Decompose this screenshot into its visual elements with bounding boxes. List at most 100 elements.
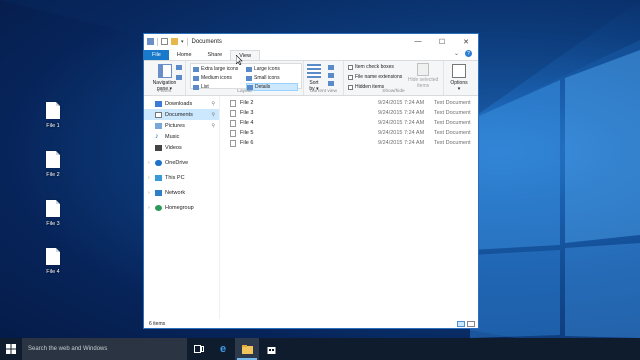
nav-item-downloads[interactable]: Downloads ⚲	[144, 98, 219, 109]
nav-item-homegroup[interactable]: › Homegroup	[144, 202, 219, 213]
mouse-cursor	[236, 55, 243, 65]
group-by-icon[interactable]	[328, 65, 334, 70]
file-explorer-taskbar-button[interactable]	[235, 338, 259, 360]
task-view-button[interactable]	[187, 338, 211, 360]
item-check-boxes-checkbox[interactable]: Item check boxes	[348, 63, 402, 71]
nav-item-onedrive[interactable]: › OneDrive	[144, 157, 219, 168]
panes-group: Navigation pane ▾ Panes	[144, 61, 186, 95]
toolbar-divider	[186, 37, 188, 46]
desktop-icon-label: File 4	[46, 269, 60, 275]
tab-share[interactable]: Share	[200, 50, 231, 60]
pin-icon: ⚲	[211, 100, 215, 107]
current-view-group: Sort by ▾ Current view	[304, 61, 344, 95]
file-name-extensions-checkbox[interactable]: File name extensions	[348, 73, 402, 81]
new-folder-icon[interactable]	[171, 38, 178, 45]
nav-item-network[interactable]: › Network	[144, 187, 219, 198]
start-button[interactable]	[0, 338, 22, 360]
text-document-icon	[230, 139, 236, 147]
layout-extra-large-icons[interactable]: Extra large icons	[193, 65, 238, 73]
layout-small-icons[interactable]: Small icons	[246, 74, 298, 82]
sort-by-button[interactable]: Sort by ▾	[304, 61, 324, 92]
nav-label: Homegroup	[165, 204, 194, 211]
file-row[interactable]: File 5 9/24/2015 7:24 AM Text Document	[220, 128, 478, 138]
document-icon	[46, 151, 60, 168]
toolbar-divider	[157, 37, 158, 46]
layout-large-icons[interactable]: Large icons	[246, 65, 298, 73]
ribbon-tabs: File Home Share View ⌄ ?	[144, 49, 478, 60]
nav-label: Documents	[165, 111, 193, 118]
pin-icon: ⚲	[211, 122, 215, 129]
downloads-icon	[155, 100, 162, 107]
size-columns-icon[interactable]	[328, 81, 334, 86]
tab-file[interactable]: File	[144, 50, 169, 60]
details-pane-icon[interactable]	[176, 75, 182, 80]
minimize-button[interactable]: —	[406, 34, 430, 49]
hide-selected-items-button[interactable]: Hide selected items	[408, 63, 438, 89]
store-button[interactable]	[259, 338, 283, 360]
navigation-pane: Downloads ⚲ Documents ⚲ Pictures ⚲ ♪ Music …	[144, 96, 220, 319]
file-name: File 4	[240, 120, 254, 126]
taskbar-search-box[interactable]: Search the web and Windows	[22, 338, 187, 360]
nav-label: Videos	[165, 144, 182, 151]
large-icons-view-icon[interactable]	[467, 320, 475, 327]
nav-label: OneDrive	[165, 159, 189, 166]
expand-icon[interactable]: ›	[148, 205, 153, 211]
file-row[interactable]: File 4 9/24/2015 7:24 AM Text Document	[220, 118, 478, 128]
collapse-ribbon-icon[interactable]: ⌄	[454, 50, 459, 57]
edge-icon: e	[219, 343, 227, 355]
desktop-file-1[interactable]: File 1	[36, 102, 70, 129]
group-label-panes: Panes	[157, 89, 172, 94]
preview-pane-icon[interactable]	[176, 65, 182, 70]
music-icon: ♪	[155, 132, 159, 140]
store-icon	[267, 346, 275, 354]
close-button[interactable]: ✕	[454, 34, 478, 49]
maximize-button[interactable]: ☐	[430, 34, 454, 49]
options-icon	[452, 64, 466, 78]
nav-item-music[interactable]: ♪ Music	[144, 131, 219, 142]
tab-view[interactable]: View	[230, 50, 261, 60]
file-type: Text Document	[434, 130, 471, 136]
show-hide-group: Item check boxes File name extensions Hi…	[344, 61, 444, 95]
details-view-icon[interactable]	[457, 320, 465, 327]
help-icon[interactable]: ?	[465, 50, 472, 57]
layout-gallery: Extra large icons Medium icons List Larg…	[190, 63, 302, 91]
tab-home[interactable]: Home	[169, 50, 200, 60]
desktop-icon-label: File 3	[46, 221, 60, 227]
expand-icon[interactable]: ›	[148, 160, 153, 166]
nav-item-pictures[interactable]: Pictures ⚲	[144, 120, 219, 131]
nav-item-this-pc[interactable]: › This PC	[144, 172, 219, 183]
ribbon-view: Navigation pane ▾ Panes Extra large icon…	[144, 60, 478, 96]
options-arrow: ▾	[457, 86, 461, 92]
file-name: File 5	[240, 130, 254, 136]
desktop-file-2[interactable]: File 2	[36, 151, 70, 178]
file-row[interactable]: File 2 9/24/2015 7:24 AM Text Document	[220, 98, 478, 108]
file-row[interactable]: File 3 9/24/2015 7:24 AM Text Document	[220, 108, 478, 118]
new-document-icon[interactable]	[161, 38, 168, 45]
add-columns-icon[interactable]	[328, 73, 334, 78]
nav-item-videos[interactable]: Videos	[144, 142, 219, 153]
quick-access-toolbar: ▾	[147, 37, 188, 46]
expand-icon[interactable]: ›	[148, 190, 153, 196]
properties-icon[interactable]	[147, 38, 154, 45]
title-bar[interactable]: ▾ Documents — ☐ ✕	[144, 34, 478, 49]
desktop-file-3[interactable]: File 3	[36, 200, 70, 227]
layout-medium-icons[interactable]: Medium icons	[193, 74, 238, 82]
text-document-icon	[230, 109, 236, 117]
nav-label: Music	[165, 133, 180, 140]
file-row[interactable]: File 6 9/24/2015 7:24 AM Text Document	[220, 138, 478, 148]
taskbar: Search the web and Windows e	[0, 338, 640, 360]
file-explorer-window: ▾ Documents — ☐ ✕ File Home Share View ⌄…	[143, 33, 479, 329]
document-icon	[46, 200, 60, 217]
customize-toolbar-icon[interactable]: ▾	[181, 39, 184, 45]
layout-group: Extra large icons Medium icons List Larg…	[186, 61, 304, 95]
nav-item-documents[interactable]: Documents ⚲	[144, 109, 219, 120]
nav-label: Network	[165, 189, 186, 196]
desktop-file-4[interactable]: File 4	[36, 248, 70, 275]
edge-browser-button[interactable]: e	[211, 338, 235, 360]
file-name: File 6	[240, 140, 254, 146]
pin-icon: ⚲	[211, 111, 215, 118]
pictures-icon	[155, 122, 162, 129]
expand-icon[interactable]: ›	[148, 175, 153, 181]
explorer-content: Downloads ⚲ Documents ⚲ Pictures ⚲ ♪ Music …	[144, 96, 478, 319]
options-button[interactable]: Options ▾	[444, 61, 474, 92]
